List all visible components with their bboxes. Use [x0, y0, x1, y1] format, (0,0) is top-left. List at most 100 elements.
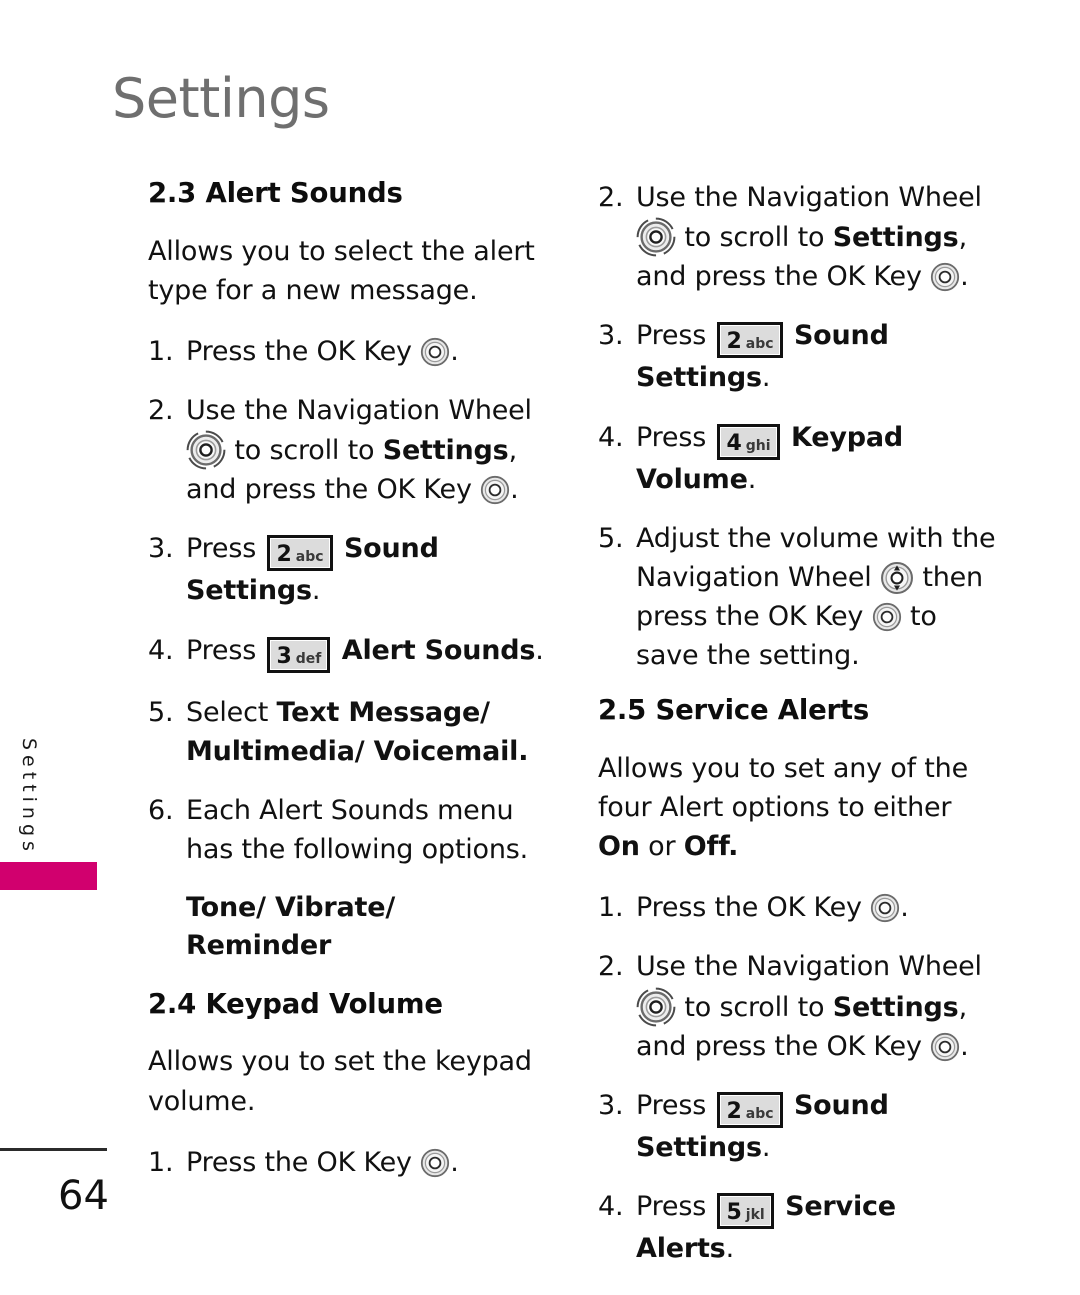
ok-key-icon	[480, 475, 510, 505]
step-text-tail: .	[761, 1131, 771, 1163]
ok-key-icon	[872, 602, 902, 632]
right-column: 2. Use the Navigation Wheel to scroll to…	[598, 178, 998, 1288]
page-title: Settings	[112, 67, 330, 130]
intro-service-alerts: Allows you to set any of the four Alert …	[598, 749, 998, 866]
left-column: 2.3 Alert Sounds Allows you to select th…	[148, 177, 548, 1202]
step-number: 1.	[148, 1146, 174, 1178]
ok-key-icon	[930, 262, 960, 292]
step-text: Select	[186, 696, 277, 728]
step-text: Use the Navigation Wheel	[636, 951, 982, 983]
key-number: 3	[276, 643, 292, 669]
keypad-key-2[interactable]: 2 abc	[267, 535, 333, 572]
heading-keypad-volume: 2.4 Keypad Volume	[148, 987, 443, 1020]
step-item: 5. Select Text Message/ Multimedia/ Voic…	[148, 693, 548, 771]
step-item: 3. Press 2 abc Sound Settings.	[598, 1086, 998, 1167]
navigation-wheel-icon	[636, 986, 676, 1027]
step-item: 2. Use the Navigation Wheel to scroll to…	[598, 178, 998, 296]
step-text: Press	[186, 533, 257, 565]
option-on: On	[598, 831, 640, 863]
step-text-bold: Alert Sounds	[341, 634, 536, 666]
key-letters: abc	[295, 549, 324, 566]
step-text: Each Alert Sounds menu has the following…	[186, 794, 528, 866]
intro-part-b: or	[639, 831, 684, 863]
step-text: Press the OK Key	[186, 1146, 412, 1178]
step-number: 3.	[598, 1089, 624, 1121]
step-text-bold: Settings	[382, 435, 509, 467]
heading-service-alerts: 2.5 Service Alerts	[598, 694, 870, 727]
navigation-wheel-icon	[186, 430, 226, 470]
step-text-2: to scroll to	[684, 991, 833, 1023]
heading-alert-sounds: 2.3 Alert Sounds	[148, 177, 403, 209]
step-item: 4. Press 3 def Alert Sounds.	[148, 631, 548, 673]
step-number: 3.	[598, 320, 624, 352]
step-item: 3. Press 2 abc Sound Settings.	[148, 529, 548, 610]
intro-alert-sounds: Allows you to select the alert type for …	[148, 235, 535, 306]
step-text-tail: .	[960, 261, 969, 293]
key-letters: def	[295, 650, 322, 667]
step-text-tail: .	[747, 463, 757, 495]
step-item: 6. Each Alert Sounds menu has the follow…	[148, 791, 548, 869]
key-number: 2	[276, 542, 292, 568]
keypad-key-5[interactable]: 5 jkl	[717, 1193, 774, 1230]
step-number: 5.	[598, 522, 624, 554]
key-letters: abc	[745, 336, 774, 353]
step-number: 3.	[148, 533, 174, 565]
step-text: Press	[636, 320, 707, 352]
step-number: 4.	[598, 1191, 624, 1223]
alert-sounds-options: Tone/ Vibrate/ Reminder	[186, 892, 395, 961]
side-tab-accent-bar	[0, 862, 97, 890]
step-item: 1. Press the OK Key .	[148, 332, 548, 371]
step-item: 2. Use the Navigation Wheel to scroll to…	[148, 391, 548, 509]
key-number: 2	[726, 1098, 742, 1124]
keypad-key-2[interactable]: 2 abc	[717, 322, 783, 359]
intro-keypad-volume: Allows you to set the keypad volume.	[148, 1046, 532, 1117]
step-text-2: to scroll to	[234, 435, 383, 467]
step-text-tail: .	[510, 474, 519, 506]
key-letters: jkl	[745, 1207, 765, 1224]
step-text: Press	[186, 634, 257, 666]
step-text-tail: .	[311, 575, 321, 607]
navigation-wheel-icon	[636, 217, 676, 257]
key-letters: abc	[745, 1105, 774, 1122]
keypad-key-4[interactable]: 4 ghi	[717, 423, 780, 460]
steps-keypad-volume: 1. Press the OK Key .	[148, 1143, 548, 1182]
step-text-tail: .	[761, 362, 771, 394]
intro-part-a: Allows you to set any of the four Alert …	[598, 752, 968, 824]
step-number: 2.	[148, 395, 174, 427]
steps-alert-sounds: 1. Press the OK Key . 2. Use the Navigat…	[148, 332, 548, 869]
step-text-tail: .	[725, 1233, 735, 1265]
steps-keypad-volume-continued: 2. Use the Navigation Wheel to scroll to…	[598, 178, 998, 675]
key-number: 4	[726, 430, 742, 456]
step-text: Press	[636, 1089, 707, 1121]
step-text-tail: .	[960, 1030, 969, 1062]
step-number: 4.	[148, 634, 174, 666]
step-item: 2. Use the Navigation Wheel to scroll to…	[598, 947, 998, 1065]
step-text: Press the OK Key	[636, 892, 862, 924]
page-number: 64	[58, 1173, 109, 1219]
step-item: 5. Adjust the volume with the Navigation…	[598, 519, 998, 676]
step-item: 4. Press 4 ghi Keypad Volume.	[598, 418, 998, 499]
step-number: 2.	[598, 182, 624, 213]
step-text: Use the Navigation Wheel	[636, 182, 982, 213]
step-text-2: to scroll to	[684, 222, 833, 254]
ok-key-icon	[870, 893, 900, 923]
step-text-tail: .	[518, 735, 529, 767]
option-off: Off	[683, 831, 729, 863]
key-number: 2	[726, 329, 742, 355]
step-number: 1.	[598, 892, 624, 924]
step-text-tail: .	[900, 892, 909, 924]
step-item: 4. Press 5 jkl Service Alerts.	[598, 1187, 998, 1268]
footer-divider	[0, 1148, 107, 1151]
ok-key-icon	[930, 1032, 960, 1062]
side-tab-label: Settings	[18, 738, 40, 856]
keypad-key-3[interactable]: 3 def	[267, 636, 331, 673]
keypad-key-2[interactable]: 2 abc	[717, 1091, 783, 1128]
step-text: Press the OK Key	[186, 335, 412, 367]
step-text-tail: .	[450, 1146, 459, 1178]
key-letters: ghi	[745, 437, 771, 454]
ok-key-icon	[420, 1148, 450, 1178]
step-text-tail: .	[450, 335, 459, 367]
step-text: Press	[636, 1191, 707, 1223]
step-text: Use the Navigation Wheel	[186, 395, 532, 427]
step-number: 5.	[148, 696, 174, 728]
